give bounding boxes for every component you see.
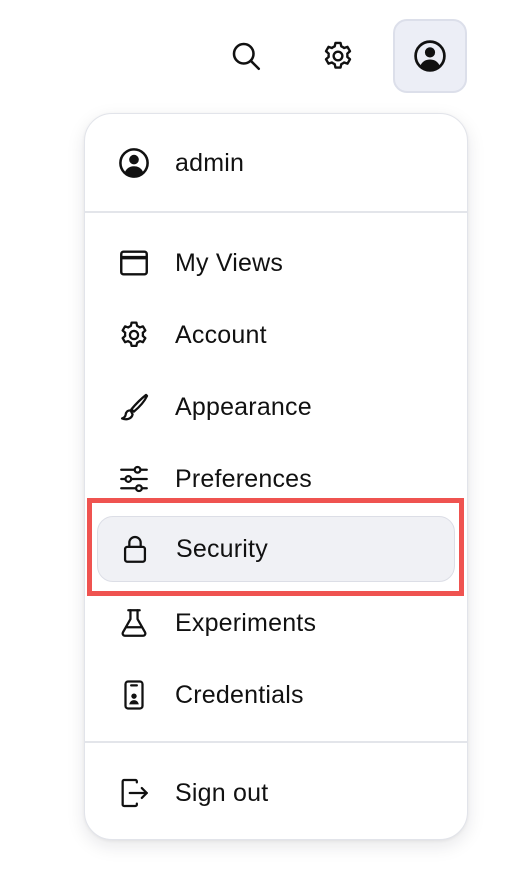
user-circle-icon — [414, 40, 446, 72]
gear-icon — [324, 41, 352, 69]
sign-out-icon — [117, 776, 151, 810]
menu-item-my-views[interactable]: My Views — [97, 230, 455, 296]
menu-item-account[interactable]: Account — [97, 302, 455, 368]
user-circle-icon — [117, 146, 151, 180]
brush-icon — [117, 390, 151, 424]
menu-divider — [85, 211, 467, 213]
menu-item-label: Credentials — [175, 680, 304, 709]
menu-item-label: admin — [175, 148, 245, 177]
menu-item-label: My Views — [175, 248, 284, 277]
user-dropdown-menu: admin My Views Account Appearance Prefer… — [84, 113, 468, 840]
search-button[interactable] — [209, 19, 283, 93]
menu-item-credentials[interactable]: Credentials — [97, 662, 455, 728]
menu-item-label: Account — [175, 320, 267, 349]
lock-icon — [118, 532, 152, 566]
sliders-icon — [117, 462, 151, 496]
menu-divider — [85, 741, 467, 743]
menu-item-user[interactable]: admin — [97, 130, 455, 196]
window-icon — [117, 246, 151, 280]
id-badge-icon — [117, 678, 151, 712]
flask-icon — [117, 606, 151, 640]
menu-item-label: Experiments — [175, 608, 317, 637]
user-menu-button[interactable] — [393, 19, 467, 93]
menu-item-experiments[interactable]: Experiments — [97, 590, 455, 656]
menu-item-label: Appearance — [175, 392, 312, 421]
menu-item-label: Preferences — [175, 464, 312, 493]
menu-item-label: Security — [176, 534, 268, 563]
menu-item-security[interactable]: Security — [97, 516, 455, 582]
gear-icon — [117, 318, 151, 352]
menu-item-appearance[interactable]: Appearance — [97, 374, 455, 440]
search-icon — [232, 42, 261, 71]
settings-button[interactable] — [301, 19, 375, 93]
menu-item-preferences[interactable]: Preferences — [97, 446, 455, 512]
menu-item-sign-out[interactable]: Sign out — [97, 760, 455, 826]
menu-item-label: Sign out — [175, 778, 269, 807]
